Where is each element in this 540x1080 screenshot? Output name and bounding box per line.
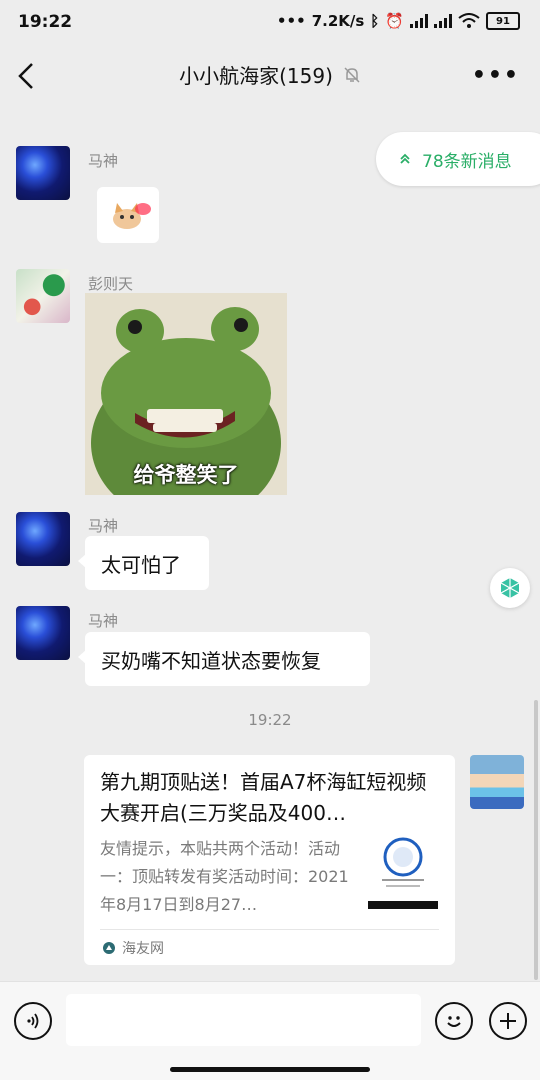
home-indicator[interactable] — [170, 1067, 370, 1072]
source-logo-icon — [103, 942, 115, 954]
avatar[interactable] — [16, 606, 70, 660]
card-description: 友情提示，本贴共两个活动！活动一：顶贴转发有奖活动时间：2021年8月17日到8… — [100, 839, 349, 914]
status-icons: ••• 7.2K/s ᛒ ⏰ 91 — [277, 12, 520, 30]
dots-icon: ••• — [276, 12, 306, 30]
qr-code-icon — [368, 837, 438, 909]
signal-icon — [410, 14, 428, 28]
more-options-icon[interactable]: ••• — [472, 63, 520, 88]
avatar[interactable] — [16, 146, 70, 200]
plus-icon — [500, 1013, 516, 1029]
double-chevron-up-icon — [400, 153, 410, 164]
message-text: 买奶嘴不知道状态要恢复 — [101, 648, 321, 673]
sender-name: 马神 — [88, 517, 119, 535]
link-card-message[interactable]: 第九期顶贴送！首届A7杯海缸短视频大赛开启(三万奖品及400… 友情提示，本贴共… — [84, 755, 455, 965]
image-caption: 给爷整笑了 — [133, 463, 239, 487]
scrollbar[interactable] — [534, 700, 538, 980]
card-divider — [100, 929, 439, 930]
bluetooth-icon: ᛒ — [370, 12, 380, 30]
avatar[interactable] — [16, 512, 70, 566]
input-bar — [0, 981, 540, 1080]
mute-bell-icon — [344, 66, 360, 83]
add-button[interactable] — [489, 1002, 527, 1040]
text-message[interactable]: 买奶嘴不知道状态要恢复 — [78, 632, 370, 686]
my-avatar[interactable] — [470, 755, 524, 809]
wifi-icon — [458, 13, 480, 28]
voice-icon — [27, 1013, 39, 1029]
sender-name: 彭则天 — [88, 275, 134, 293]
voice-button[interactable] — [14, 1002, 52, 1040]
network-speed: 7.2K/s — [311, 12, 365, 30]
chat-header: 小小航海家(159) ••• — [0, 46, 540, 108]
smiley-icon — [447, 1016, 461, 1027]
new-messages-label: 78条新消息 — [422, 151, 512, 172]
emoji-button[interactable] — [435, 1002, 473, 1040]
new-messages-button[interactable]: 78条新消息 — [376, 132, 540, 186]
signal-icon-2 — [434, 14, 452, 28]
card-thumbnail — [368, 835, 438, 911]
avatar[interactable] — [16, 269, 70, 323]
status-bar: 19:22 ••• 7.2K/s ᛒ ⏰ 91 — [0, 0, 540, 46]
status-time: 19:22 — [18, 12, 73, 32]
chat-title: 小小航海家(159) — [179, 64, 333, 88]
sender-name: 马神 — [88, 152, 119, 170]
card-title: 第九期顶贴送！首届A7杯海缸短视频大赛开启(三万奖品及400… — [100, 770, 427, 825]
message-input[interactable] — [66, 994, 421, 1046]
message-text: 太可怕了 — [101, 552, 181, 577]
timestamp: 19:22 — [248, 711, 292, 729]
cube-icon — [500, 578, 520, 598]
battery-icon: 91 — [486, 12, 520, 30]
sticker-message[interactable] — [97, 187, 159, 243]
card-source-name: 海友网 — [122, 941, 164, 957]
image-message[interactable]: 给爷整笑了 — [85, 293, 287, 495]
cat-sticker-icon — [113, 203, 151, 229]
sender-name: 马神 — [88, 612, 119, 630]
text-message[interactable]: 太可怕了 — [78, 536, 209, 590]
alarm-icon: ⏰ — [385, 12, 404, 30]
floating-app-button[interactable] — [490, 568, 530, 608]
